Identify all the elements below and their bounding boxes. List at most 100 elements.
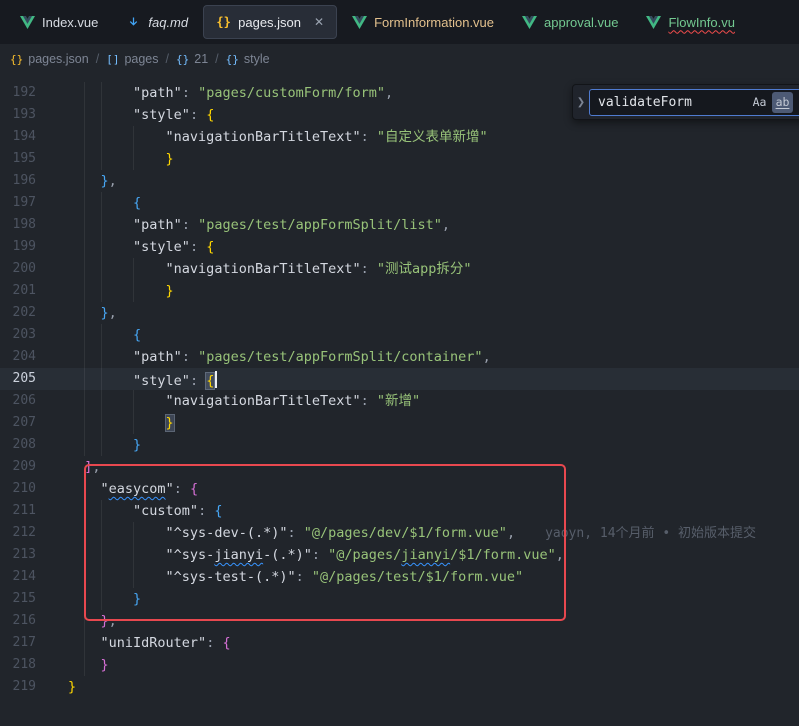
code-line-201[interactable]: 201 }	[0, 280, 799, 302]
code-line-203[interactable]: 203 {	[0, 324, 799, 346]
indent-guide	[84, 82, 85, 104]
indent-guide	[84, 478, 85, 500]
code-line-210[interactable]: 210 "easycom": {	[0, 478, 799, 500]
line-content: }	[36, 588, 141, 610]
code-line-213[interactable]: 213 "^sys-jianyi-(.*)": "@/pages/jianyi/…	[0, 544, 799, 566]
find-query-text[interactable]: validateForm	[598, 95, 747, 110]
code-token: "style"	[133, 373, 190, 389]
code-line-211[interactable]: 211 "custom": {	[0, 500, 799, 522]
code-line-206[interactable]: 206 "navigationBarTitleText": "新增"	[0, 390, 799, 412]
code-token: {	[222, 635, 230, 651]
code-token	[68, 459, 84, 475]
indent-guide	[133, 280, 134, 302]
find-expand-toggle[interactable]: ❯	[573, 97, 589, 108]
code-line-218[interactable]: 218 }	[0, 654, 799, 676]
code-token: "	[101, 481, 109, 497]
line-content: "^sys-test-(.*)": "@/pages/test/$1/form.…	[36, 566, 523, 588]
indent-guide	[84, 544, 85, 566]
vscode-window: Index.vuefaq.md{}pages.json✕FormInformat…	[0, 0, 799, 74]
code-line-200[interactable]: 200 "navigationBarTitleText": "测试app拆分"	[0, 258, 799, 280]
braces-yellow-icon: {}	[10, 53, 23, 66]
code-line-196[interactable]: 196 },	[0, 170, 799, 192]
code-token: }	[101, 173, 109, 189]
code-token: :	[182, 85, 198, 101]
indent-guide	[101, 544, 102, 566]
code-token: :	[296, 569, 312, 585]
breadcrumb-item-style[interactable]: {}style	[226, 52, 270, 66]
editor[interactable]: 192 "path": "pages/customForm/form",193 …	[0, 74, 799, 726]
code-token: :	[182, 217, 198, 233]
indent-guide	[84, 192, 85, 214]
indent-guide	[84, 302, 85, 324]
breadcrumb-label: pages.json	[28, 52, 88, 66]
code-line-214[interactable]: 214 "^sys-test-(.*)": "@/pages/test/$1/f…	[0, 566, 799, 588]
code-line-195[interactable]: 195 }	[0, 148, 799, 170]
code-line-212[interactable]: 212 "^sys-dev-(.*)": "@/pages/dev/$1/for…	[0, 522, 799, 544]
whole-word-toggle[interactable]: ab	[772, 92, 793, 113]
close-icon[interactable]: ✕	[314, 16, 324, 28]
tab-faq-md[interactable]: faq.md	[113, 5, 201, 39]
code-line-198[interactable]: 198 "path": "pages/test/appFormSplit/lis…	[0, 214, 799, 236]
line-content: }	[36, 280, 174, 302]
tab-index-vue[interactable]: Index.vue	[7, 5, 111, 39]
breadcrumb-item-pages-json[interactable]: {} pages.json	[10, 52, 89, 66]
tab-flowinfo-vu[interactable]: FlowInfo.vu	[633, 5, 747, 39]
code-line-205[interactable]: 205 "style": {	[0, 368, 799, 390]
indent-guide	[84, 566, 85, 588]
line-content: "^sys-jianyi-(.*)": "@/pages/jianyi/$1/f…	[36, 544, 564, 566]
code-line-202[interactable]: 202 },	[0, 302, 799, 324]
vue-icon	[522, 15, 537, 30]
indent-guide	[101, 214, 102, 236]
tab-pages-json[interactable]: {}pages.json✕	[203, 5, 337, 39]
code-token: {	[206, 373, 214, 389]
find-input[interactable]: validateForm Aa ab .*	[589, 89, 799, 116]
tab-label: faq.md	[148, 16, 188, 29]
line-content: }	[36, 434, 141, 456]
tab-forminformation-vue[interactable]: FormInformation.vue	[339, 5, 507, 39]
code-token: "navigationBarTitleText"	[166, 129, 361, 145]
indent-guide	[101, 82, 102, 104]
indent-guide	[84, 214, 85, 236]
code-token: :	[287, 525, 303, 541]
indent-guide	[101, 588, 102, 610]
code-line-204[interactable]: 204 "path": "pages/test/appFormSplit/con…	[0, 346, 799, 368]
line-number: 193	[0, 104, 36, 126]
code-line-219[interactable]: 219}	[0, 676, 799, 698]
code-token: jianyi	[214, 547, 263, 563]
code-line-194[interactable]: 194 "navigationBarTitleText": "自定义表单新增"	[0, 126, 799, 148]
indent-guide	[101, 346, 102, 368]
code-line-217[interactable]: 217 "uniIdRouter": {	[0, 632, 799, 654]
line-content: {	[36, 192, 141, 214]
code-token: {	[133, 195, 141, 211]
code-line-199[interactable]: 199 "style": {	[0, 236, 799, 258]
breadcrumb-item-pages[interactable]: []pages	[106, 52, 158, 66]
code-token: }	[133, 591, 141, 607]
breadcrumb-label: style	[244, 52, 270, 66]
tab-approval-vue[interactable]: approval.vue	[509, 5, 631, 39]
indent-guide	[84, 236, 85, 258]
code-line-215[interactable]: 215 }	[0, 588, 799, 610]
code-line-197[interactable]: 197 {	[0, 192, 799, 214]
code-token: "^sys-dev-(.*)"	[166, 525, 288, 541]
indent-guide	[101, 412, 102, 434]
code-line-216[interactable]: 216 },	[0, 610, 799, 632]
match-case-toggle[interactable]: Aa	[749, 92, 770, 113]
code-line-209[interactable]: 209 ],	[0, 456, 799, 478]
code-token: "uniIdRouter"	[101, 635, 207, 651]
breadcrumb-item-21[interactable]: {}21	[176, 52, 208, 66]
indent-guide	[84, 368, 85, 390]
indent-guide	[84, 390, 85, 412]
breadcrumb-separator: /	[166, 52, 169, 66]
code-token: ,	[109, 613, 117, 629]
code-token	[68, 569, 166, 585]
code-line-207[interactable]: 207 }	[0, 412, 799, 434]
breadcrumb-separator: /	[96, 52, 99, 66]
vue-icon	[20, 15, 35, 30]
indent-guide	[84, 346, 85, 368]
breadcrumb-label: pages	[124, 52, 158, 66]
code-token: "^sys-	[166, 547, 215, 563]
regex-toggle[interactable]: .*	[795, 92, 799, 113]
code-line-208[interactable]: 208 }	[0, 434, 799, 456]
code-token: "^sys-test-(.*)"	[166, 569, 296, 585]
json-icon: {}	[216, 15, 231, 30]
